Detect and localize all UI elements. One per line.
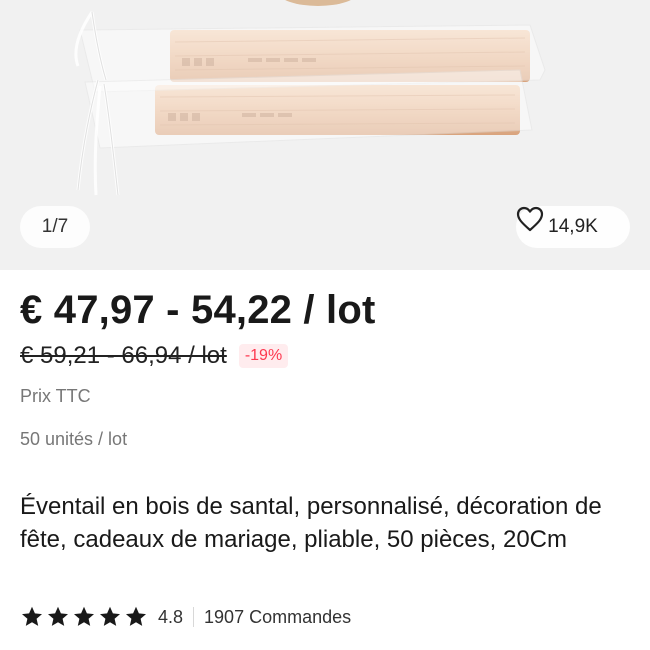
- discount-badge: -19%: [238, 344, 289, 368]
- favorite-button[interactable]: 14,9K: [516, 206, 630, 248]
- image-counter: 1/7: [20, 206, 90, 248]
- divider: [193, 607, 195, 627]
- rating-row[interactable]: 4.8 1907 Commandes: [20, 603, 351, 631]
- star-icon: [48, 606, 68, 626]
- star-rating: [20, 605, 148, 629]
- heart-outline-icon: [516, 206, 544, 232]
- original-price: € 59,21 - 66,94 / lot: [20, 342, 227, 369]
- product-image-gallery[interactable]: 1/7 14,9K: [0, 0, 650, 270]
- star-icon: [22, 606, 42, 626]
- current-price: € 47,97 - 54,22 / lot: [20, 288, 376, 332]
- orders-count: 1907 Commandes: [204, 606, 352, 627]
- star-icon: [126, 606, 146, 626]
- rating-value: 4.8: [158, 606, 184, 627]
- product-title: Éventail en bois de santal, personnalisé…: [20, 493, 602, 553]
- tax-note: Prix TTC: [20, 386, 91, 406]
- original-price-row: € 59,21 - 66,94 / lot -19%: [20, 342, 289, 370]
- star-icon: [74, 606, 94, 626]
- favorites-count: 14,9K: [548, 216, 598, 237]
- star-icon: [100, 606, 120, 626]
- image-counter-text: 1/7: [41, 216, 69, 237]
- unit-info: 50 unités / lot: [20, 429, 128, 449]
